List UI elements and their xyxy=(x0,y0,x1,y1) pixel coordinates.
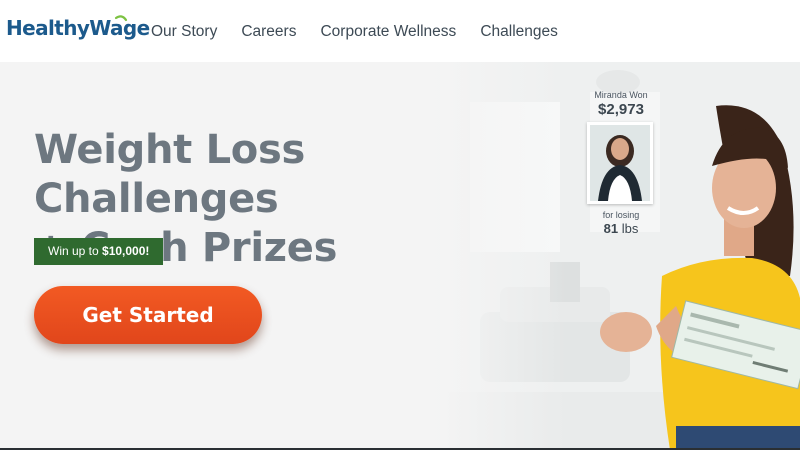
hero-section: Weight Loss Challenges + Cash Prizes Win… xyxy=(0,62,800,450)
nav-challenges[interactable]: Challenges xyxy=(480,23,558,41)
site-header: HealthyWage Our Story Careers Corporate … xyxy=(0,0,800,62)
nav-our-story[interactable]: Our Story xyxy=(151,23,217,41)
badge-prefix: Win up to xyxy=(48,244,103,258)
nav-careers[interactable]: Careers xyxy=(241,23,296,41)
logo-swoosh-icon xyxy=(114,15,128,22)
badge-amount: $10,000! xyxy=(102,244,150,258)
headline-line-1: Weight Loss Challenges xyxy=(34,127,305,222)
woman-holding-check-image xyxy=(600,105,800,450)
get-started-button[interactable]: Get Started xyxy=(34,286,262,344)
nav-corporate-wellness[interactable]: Corporate Wellness xyxy=(320,23,456,41)
prize-badge: Win up to $10,000! xyxy=(34,238,164,265)
healthywage-logo[interactable]: HealthyWage xyxy=(6,14,150,44)
main-nav: Our Story Careers Corporate Wellness Cha… xyxy=(151,23,582,41)
